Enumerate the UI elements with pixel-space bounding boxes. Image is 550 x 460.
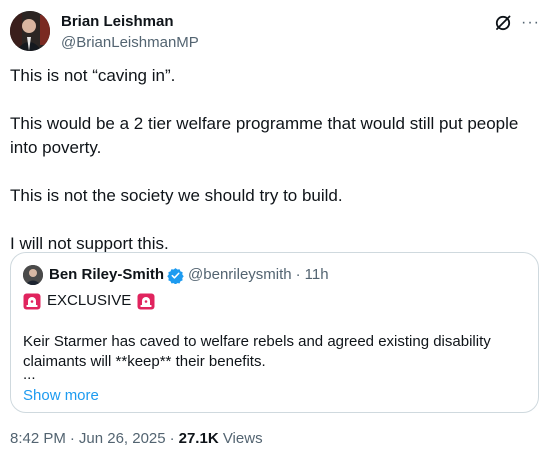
separator-dot: · — [69, 430, 75, 447]
quoted-tweet-header: Ben Riley-Smith @benrileysmith · 11h — [23, 265, 329, 285]
siren-icon — [23, 293, 41, 309]
views-label: Views — [222, 430, 263, 447]
siren-icon — [137, 293, 155, 309]
author-avatar[interactable] — [10, 11, 50, 51]
verified-badge-icon — [167, 267, 184, 284]
author-handle[interactable]: @BrianLeishmanMP — [61, 33, 199, 53]
quoted-tweet-time: 11h — [304, 266, 329, 283]
tweet-paragraph: This is not “caving in”. — [10, 66, 176, 85]
tweet-paragraph: This is not the society we should try to… — [10, 186, 343, 205]
tweet-meta: 8:42 PM · Jun 26, 2025 · 27.1K Views — [10, 429, 263, 449]
show-more-link[interactable]: Show more — [23, 386, 99, 406]
author-names: Brian Leishman @BrianLeishmanMP — [61, 12, 199, 53]
tweet-text: This is not “caving in”. This would be a… — [10, 64, 540, 256]
quoted-tweet[interactable]: Ben Riley-Smith @benrileysmith · 11h EXC… — [10, 252, 539, 413]
tweet-time[interactable]: 8:42 PM — [10, 430, 66, 447]
views-count: 27.1K — [178, 430, 219, 447]
header-actions: ··· — [493, 13, 540, 33]
separator-dot: · — [295, 266, 301, 283]
exclusive-line: EXCLUSIVE — [23, 290, 155, 312]
exclusive-label: EXCLUSIVE — [47, 292, 132, 309]
quoted-author-name: Ben Riley-Smith — [49, 266, 165, 283]
tweet-date[interactable]: Jun 26, 2025 — [79, 430, 166, 447]
separator-dot: · — [169, 430, 175, 447]
quoted-tweet-ellipsis: ... — [23, 366, 36, 383]
tweet-paragraph: This would be a 2 tier welfare programme… — [10, 114, 519, 157]
quoted-author-handle: @benrileysmith — [188, 266, 292, 283]
more-options-icon[interactable]: ··· — [521, 15, 540, 31]
tweet-header: Brian Leishman @BrianLeishmanMP ··· — [10, 11, 540, 51]
quoted-author-avatar — [23, 265, 43, 285]
quoted-tweet-text: Keir Starmer has caved to welfare rebels… — [23, 333, 491, 370]
grok-icon[interactable] — [493, 13, 513, 33]
author-display-name[interactable]: Brian Leishman — [61, 12, 199, 32]
